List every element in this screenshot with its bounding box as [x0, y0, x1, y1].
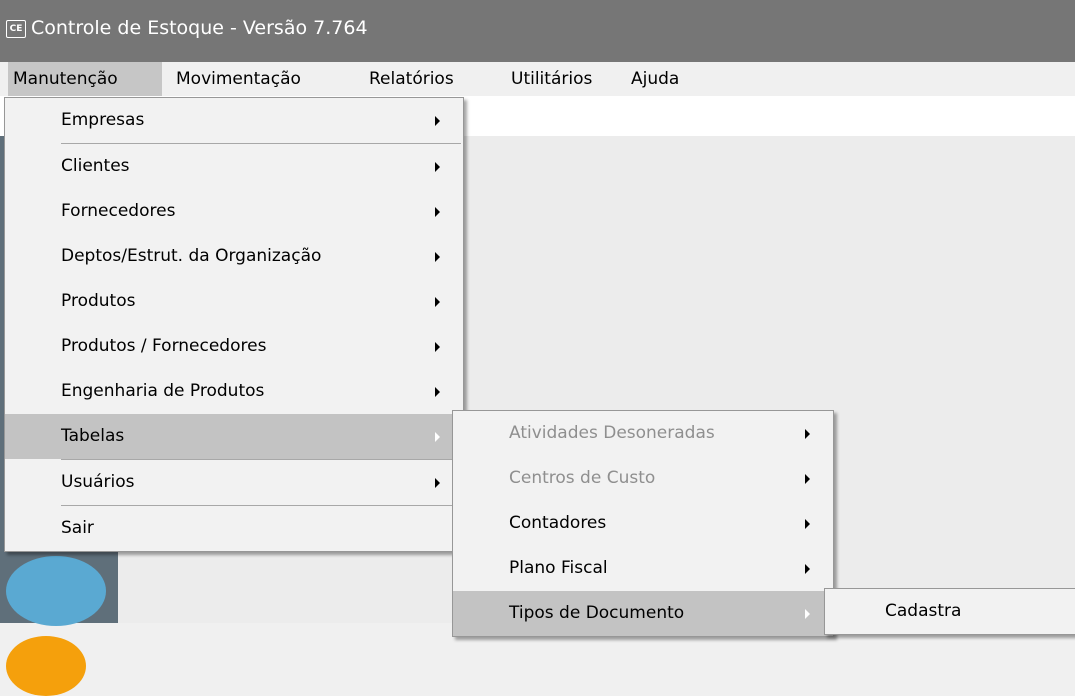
submenu-tipos-de-documento: Cadastra [824, 588, 1075, 635]
menu-bar: Manutenção Movimentação Relatórios Utili… [0, 62, 1075, 96]
submenu-arrow-icon [435, 161, 440, 172]
submenu-arrow-icon [435, 296, 440, 307]
submenu-arrow-icon [805, 518, 810, 529]
menu-item-tabelas[interactable]: Tabelas [5, 414, 463, 459]
menu-item-empresas[interactable]: Empresas [5, 98, 463, 143]
menu-item-usuarios[interactable]: Usuários [5, 460, 463, 505]
submenu-tabelas: Atividades Desoneradas Centros de Custo … [452, 410, 834, 637]
submenu-arrow-icon [805, 608, 810, 619]
submenu-arrow-icon [435, 477, 440, 488]
menu-item-label: Deptos/Estrut. da Organização [61, 246, 322, 266]
menu-manutencao[interactable]: Manutenção [8, 62, 162, 96]
shortcut-icon[interactable] [6, 556, 106, 626]
menu-item-label: Atividades Desoneradas [509, 423, 715, 443]
menu-item-label: Produtos / Fornecedores [61, 336, 267, 356]
submenu-arrow-icon [435, 386, 440, 397]
menu-item-label: Fornecedores [61, 201, 176, 221]
menu-item-sair[interactable]: Sair [5, 506, 463, 551]
menu-item-label: Empresas [61, 110, 145, 130]
menu-item-produtos-fornecedores[interactable]: Produtos / Fornecedores [5, 324, 463, 369]
menu-item-label: Usuários [61, 472, 135, 492]
submenu-arrow-icon [805, 473, 810, 484]
menu-item-atividades-desoneradas[interactable]: Atividades Desoneradas [453, 411, 833, 456]
menu-item-label: Cadastra [885, 601, 962, 621]
menu-item-contadores[interactable]: Contadores [453, 501, 833, 546]
menu-utilitarios[interactable]: Utilitários [511, 62, 592, 96]
menu-item-label: Sair [61, 518, 94, 538]
menu-item-label: Centros de Custo [509, 468, 656, 488]
title-bar: CE Controle de Estoque - Versão 7.764 [0, 0, 1075, 62]
submenu-arrow-icon [435, 115, 440, 126]
submenu-arrow-icon [435, 431, 440, 442]
app-icon: CE [6, 20, 26, 38]
submenu-arrow-icon [805, 428, 810, 439]
menu-item-label: Tipos de Documento [509, 603, 685, 623]
menu-item-cadastra[interactable]: Cadastra [825, 589, 1075, 634]
submenu-arrow-icon [805, 563, 810, 574]
shortcut-icon[interactable] [6, 636, 86, 696]
submenu-arrow-icon [435, 251, 440, 262]
menu-item-fornecedores[interactable]: Fornecedores [5, 189, 463, 234]
menu-item-clientes[interactable]: Clientes [5, 144, 463, 189]
menu-item-label: Clientes [61, 156, 130, 176]
submenu-arrow-icon [435, 206, 440, 217]
menu-item-engenharia[interactable]: Engenharia de Produtos [5, 369, 463, 414]
menu-item-produtos[interactable]: Produtos [5, 279, 463, 324]
menu-item-deptos[interactable]: Deptos/Estrut. da Organização [5, 234, 463, 279]
menu-item-label: Produtos [61, 291, 136, 311]
menu-item-label: Contadores [509, 513, 607, 533]
menu-item-tipos-de-documento[interactable]: Tipos de Documento [453, 591, 833, 636]
menu-item-label: Tabelas [61, 426, 125, 446]
menu-item-centros-de-custo[interactable]: Centros de Custo [453, 456, 833, 501]
dropdown-manutencao: Empresas Clientes Fornecedores Deptos/Es… [4, 97, 464, 552]
menu-item-label: Plano Fiscal [509, 558, 608, 578]
submenu-arrow-icon [435, 341, 440, 352]
menu-movimentacao[interactable]: Movimentação [176, 62, 301, 96]
menu-ajuda[interactable]: Ajuda [631, 62, 679, 96]
menu-item-plano-fiscal[interactable]: Plano Fiscal [453, 546, 833, 591]
menu-relatorios[interactable]: Relatórios [369, 62, 454, 96]
window-title: Controle de Estoque - Versão 7.764 [31, 17, 368, 39]
menu-item-label: Engenharia de Produtos [61, 381, 265, 401]
